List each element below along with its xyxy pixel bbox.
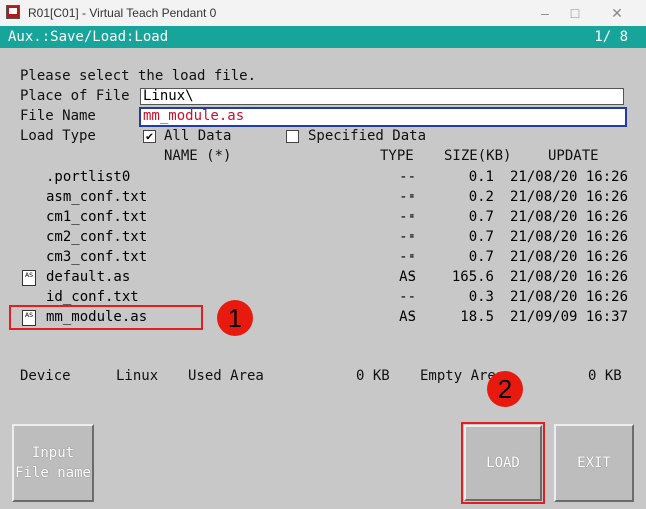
file-size: 0.1 [468,169,494,185]
step-2-badge: 2 [487,371,523,407]
file-size: 165.6 [451,269,494,285]
file-update: 21/09/09 16:37 [510,309,629,325]
file-size: 0.3 [468,289,494,305]
file-row[interactable]: .portlist0 --- 0.1 21/08/20 16:26 [0,168,646,203]
col-header-update: UPDATE [548,148,599,164]
file-type: AS [399,269,416,285]
place-of-file-label: Place of File [20,88,130,104]
as-file-icon: AS [22,270,36,286]
file-size: 18.5 [460,309,494,325]
file-name: cm1_conf.txt [46,209,148,225]
all-data-checkbox[interactable]: ✔ [143,130,156,143]
exit-button-label: EXIT [577,455,611,471]
empty-area-value: 0 KB [588,368,622,384]
file-type: AS [399,309,416,325]
col-header-type: TYPE [380,148,414,164]
file-size: 0.7 [468,229,494,245]
file-name: .portlist0 [46,169,131,185]
file-update: 21/08/20 16:26 [510,169,629,185]
input-file-name-button[interactable]: Input File name [12,424,94,502]
file-update: 21/08/20 16:26 [510,269,629,285]
page-indicator: 1/ 8 [594,29,628,45]
input-button-line2: File name [15,465,91,481]
file-row[interactable]: cm3_conf.txt --- 0.7 21/08/20 16:26 [0,248,646,283]
file-update: 21/08/20 16:26 [510,229,629,245]
all-data-label: All Data [164,128,232,144]
file-name: cm2_conf.txt [46,229,148,245]
place-of-file-field[interactable]: Linux\ [140,88,624,105]
col-header-name: NAME (*) [164,148,232,164]
screen-header: Aux.:Save/Load:Load 1/ 8 [0,26,646,48]
file-name: asm_conf.txt [46,189,148,205]
device-value: Linux [116,368,159,384]
close-icon[interactable]: ✕ [604,3,630,23]
file-row[interactable]: cm2_conf.txt --- 0.7 21/08/20 16:26 [0,228,646,263]
file-update: 21/08/20 16:26 [510,249,629,265]
used-area-value: 0 KB [356,368,390,384]
step-1-badge: 1 [217,300,253,336]
app-icon [6,5,20,19]
file-name: default.as [46,269,131,285]
exit-button[interactable]: EXIT [554,424,634,502]
device-label: Device [20,368,71,384]
file-update: 21/08/20 16:26 [510,289,629,305]
file-row[interactable]: AS default.as AS 165.6 21/08/20 16:26 [0,268,646,288]
screen-path: Aux.:Save/Load:Load [8,29,169,45]
file-name-label: File Name [20,108,96,124]
file-size: 0.7 [468,209,494,225]
used-area-label: Used Area [188,368,264,384]
window-title: R01[C01] - Virtual Teach Pendant 0 [28,6,217,20]
file-row[interactable]: cm1_conf.txt --- 0.7 21/08/20 16:26 [0,208,646,243]
file-size: 0.2 [468,189,494,205]
load-type-label: Load Type [20,128,96,144]
selected-file-highlight [9,305,203,330]
col-header-size: SIZE(KB) [444,148,512,164]
prompt-text: Please select the load file. [20,68,257,84]
file-row[interactable]: asm_conf.txt --- 0.2 21/08/20 16:26 [0,188,646,223]
maximize-icon[interactable]: □ [562,3,588,23]
file-name: id_conf.txt [46,289,139,305]
minimize-icon[interactable]: – [532,3,558,23]
file-name-field[interactable]: mm_module.as [139,107,627,127]
file-name: cm3_conf.txt [46,249,148,265]
specified-data-checkbox[interactable] [286,130,299,143]
specified-data-label: Specified Data [308,128,427,144]
file-update: 21/08/20 16:26 [510,209,629,225]
input-button-line1: Input [31,445,75,461]
load-button-highlight [461,422,545,504]
file-update: 21/08/20 16:26 [510,189,629,205]
file-size: 0.7 [468,249,494,265]
window-titlebar: R01[C01] - Virtual Teach Pendant 0 – □ ✕ [0,0,646,26]
